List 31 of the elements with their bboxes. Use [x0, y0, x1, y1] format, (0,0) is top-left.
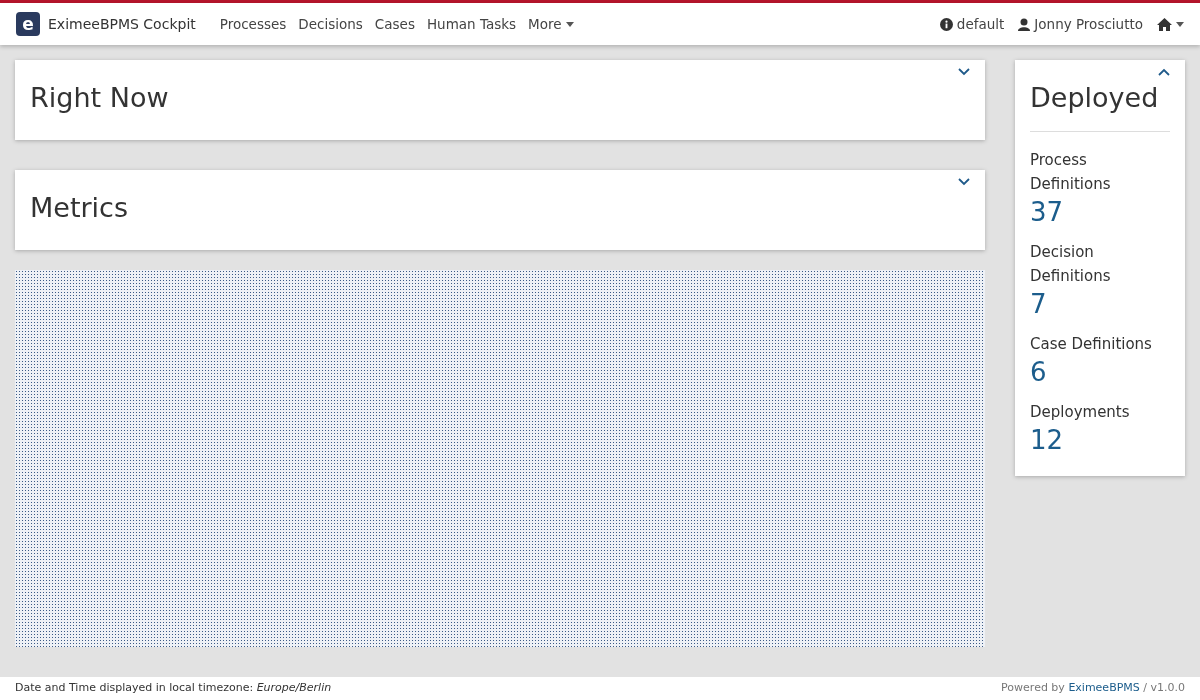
nav-link[interactable]: Decisions	[298, 13, 363, 35]
nav-link[interactable]: Processes	[219, 13, 287, 35]
timezone-note: Date and Time displayed in local timezone: Europe/Berlin	[15, 680, 332, 697]
panel-title: Deployed	[1030, 81, 1159, 115]
stat-label: Decision Definitions	[1030, 241, 1112, 287]
chevron-up-icon[interactable]	[1158, 68, 1171, 76]
user-link[interactable]: Jonny Prosciutto	[1018, 13, 1143, 35]
stat-count[interactable]: 12	[1030, 423, 1170, 456]
stat-count[interactable]: 37	[1030, 195, 1170, 228]
app-title[interactable]: EximeeBPMS Cockpit	[48, 13, 196, 35]
logo[interactable]: e	[16, 12, 40, 36]
section-title: Right Now	[30, 81, 169, 115]
stat-label: Process Definitions	[1030, 149, 1112, 195]
stat-count[interactable]: 7	[1030, 287, 1170, 320]
home-icon	[1157, 17, 1172, 31]
nav-link[interactable]: Cases	[374, 13, 415, 35]
powered-by-note: Powered by EximeeBPMS / v1.0.0	[1001, 680, 1185, 697]
powered-by-link[interactable]: EximeeBPMS	[1068, 681, 1140, 695]
user-icon	[1018, 17, 1031, 31]
info-icon	[939, 17, 953, 31]
section-title: Metrics	[30, 191, 128, 225]
chevron-down-icon[interactable]	[958, 68, 970, 76]
caret-icon	[1176, 21, 1184, 27]
stat-label: Deployments	[1030, 401, 1131, 423]
home-menu[interactable]	[1157, 17, 1184, 31]
stat-count[interactable]: 6	[1030, 355, 1170, 388]
chevron-down-icon[interactable]	[958, 178, 970, 186]
nav-link[interactable]: Human Tasks	[426, 13, 517, 35]
stat-label: Case Definitions	[1030, 333, 1153, 355]
engine-link[interactable]: default	[939, 13, 1005, 35]
nav-link[interactable]: More	[528, 13, 574, 35]
